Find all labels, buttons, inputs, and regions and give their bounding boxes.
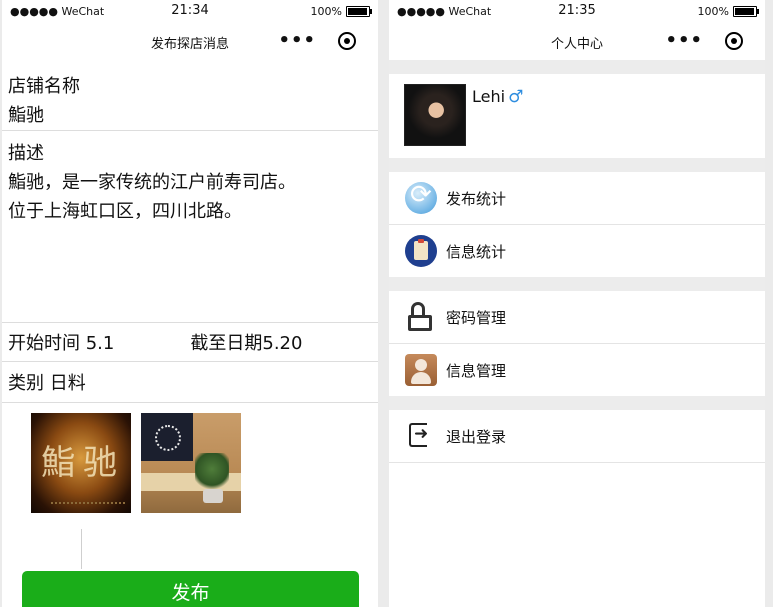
start-label: 开始时间	[8, 333, 80, 354]
start-date[interactable]: 开始时间 5.1	[8, 329, 114, 355]
shop-name-field[interactable]: 店铺名称 鮨驰	[2, 60, 378, 131]
nav-bar: 个人中心 •••	[389, 24, 765, 60]
description-label: 描述	[8, 143, 44, 164]
end-value: 5.20	[262, 333, 303, 354]
category-row[interactable]: 类别 日料	[2, 362, 378, 403]
description-line[interactable]: 位于上海虹口区，四川北路。	[8, 197, 372, 226]
refresh-icon	[405, 180, 437, 214]
battery-indicator: 100%	[310, 5, 372, 18]
sign-text-right: 驰	[83, 443, 117, 483]
status-bar: ●●●●● WeChat 21:34 100%	[2, 0, 378, 24]
publish-button[interactable]: 发布	[22, 571, 359, 607]
menu-group-account: 密码管理 信息管理	[389, 291, 765, 396]
plant-pot	[203, 489, 223, 503]
section-gap	[389, 158, 765, 172]
menu-item-logout[interactable]: 退出登录	[389, 410, 765, 463]
shop-interior-photo[interactable]	[141, 413, 241, 513]
shop-name-label: 店铺名称	[8, 76, 80, 97]
menu-group-logout: 退出登录	[389, 410, 765, 463]
nav-bar: 发布探店消息 •••	[2, 24, 378, 60]
menu-item-info-stats[interactable]: 信息统计	[389, 225, 765, 277]
close-target-icon[interactable]	[338, 32, 356, 50]
more-icon[interactable]: •••	[278, 30, 316, 51]
shop-sign-photo[interactable]: 鮨 驰	[31, 413, 131, 513]
menu-item-label: 密码管理	[446, 308, 507, 327]
menu-item-label: 退出登录	[446, 427, 507, 446]
menu-item-label: 信息统计	[446, 242, 507, 261]
lock-icon	[405, 301, 437, 333]
sign-text-left: 鮨	[41, 443, 75, 483]
description-field[interactable]: 描述 鮨驰，是一家传统的江户前寿司店。 位于上海虹口区，四川北路。	[2, 131, 378, 323]
battery-percent: 100%	[697, 5, 729, 18]
start-value: 5.1	[85, 333, 115, 354]
sign-dots	[51, 502, 125, 507]
user-name: Lehi	[472, 87, 506, 106]
plant-image	[195, 453, 229, 493]
menu-group-stats: 发布统计 信息统计	[389, 172, 765, 277]
avatar[interactable]	[404, 84, 466, 146]
shop-name-value[interactable]: 鮨驰	[8, 101, 372, 130]
menu-item-info-manage[interactable]: 信息管理	[389, 344, 765, 396]
clipboard-icon	[405, 235, 437, 267]
battery-indicator: 100%	[697, 5, 759, 18]
battery-icon	[733, 6, 759, 17]
status-bar: ●●●●● WeChat 21:35 100%	[389, 0, 765, 24]
photo-list: 鮨 驰	[2, 403, 378, 569]
category-value: 日料	[49, 373, 86, 394]
end-label: 截至日期	[190, 333, 263, 354]
section-gap	[389, 60, 765, 74]
menu-item-label: 信息管理	[446, 361, 507, 380]
page-title: 发布探店消息	[150, 37, 229, 52]
user-name-row: Lehi ♂	[472, 87, 523, 107]
category-label: 类别	[8, 373, 44, 394]
user-profile[interactable]: Lehi ♂	[389, 74, 765, 158]
description-line[interactable]: 鮨驰，是一家传统的江户前寿司店。	[8, 168, 372, 197]
end-date[interactable]: 截至日期5.20	[190, 329, 302, 355]
battery-percent: 100%	[310, 5, 342, 18]
publish-screen: ●●●●● WeChat 21:34 100% 发布探店消息 ••• 店铺名称 …	[2, 0, 378, 607]
menu-item-publish-stats[interactable]: 发布统计	[389, 172, 765, 225]
user-icon	[405, 354, 437, 386]
date-row: 开始时间 5.1 截至日期5.20	[2, 323, 378, 362]
battery-icon	[346, 6, 372, 17]
section-gap	[389, 277, 765, 291]
section-gap	[389, 396, 765, 410]
menu-item-password[interactable]: 密码管理	[389, 291, 765, 344]
close-target-icon[interactable]	[725, 32, 743, 50]
menu-item-label: 发布统计	[446, 189, 507, 208]
more-icon[interactable]: •••	[665, 30, 703, 51]
profile-screen: ●●●●● WeChat 21:35 100% 个人中心 ••• Lehi♂ 发…	[389, 0, 765, 607]
text-cursor-line	[81, 529, 82, 569]
exit-icon	[405, 420, 437, 452]
curtain-emblem	[155, 425, 181, 451]
male-icon: ♂	[508, 87, 524, 107]
page-title: 个人中心	[550, 37, 603, 52]
